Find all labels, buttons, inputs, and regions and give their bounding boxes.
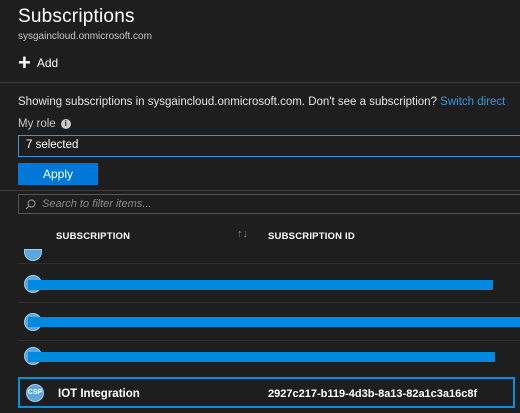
role-dropdown[interactable]: 7 selected xyxy=(18,135,520,157)
subscription-icon xyxy=(24,249,42,261)
page-subtitle: sysgaincloud.onmicrosoft.com xyxy=(18,31,152,42)
row-divider xyxy=(18,302,520,303)
subscription-id: 2927c217-b119-4d3b-8a13-82a1c3a16c8f xyxy=(268,388,478,400)
search-icon xyxy=(25,198,36,209)
table-row[interactable] xyxy=(18,266,520,302)
subscription-icon: CSP xyxy=(26,384,44,402)
column-header-subscription[interactable]: SUBSCRIPTION xyxy=(56,231,130,242)
sort-icon[interactable]: ↑↓ xyxy=(237,228,248,240)
add-label: Add xyxy=(36,56,59,70)
plus-icon: + xyxy=(18,50,31,75)
switch-directory-link[interactable]: Switch direct xyxy=(440,96,505,108)
blade-header: Subscriptions sysgaincloud.onmicrosoft.c… xyxy=(18,6,152,42)
table-row[interactable]: CS xyxy=(18,338,520,374)
info-message: Showing subscriptions in sysgaincloud.on… xyxy=(18,96,437,108)
table-row-selected[interactable]: CSP IOT Integration 2927c217-b119-4d3b-8… xyxy=(18,377,515,408)
filter-placeholder: Search to filter items... xyxy=(42,198,152,210)
apply-button[interactable]: Apply xyxy=(18,163,98,185)
redaction-bar xyxy=(28,352,495,362)
page-title: Subscriptions xyxy=(18,6,135,27)
redaction-bar xyxy=(28,317,520,327)
filter-input[interactable]: Search to filter items... xyxy=(18,194,520,214)
row-divider xyxy=(18,263,520,264)
divider xyxy=(0,82,520,83)
add-button[interactable]: + Add xyxy=(18,50,59,75)
column-header-subscription-id[interactable]: SUBSCRIPTION ID xyxy=(268,231,355,242)
info-icon[interactable]: i xyxy=(60,119,71,129)
divider xyxy=(0,190,520,191)
role-label-text: My role xyxy=(18,118,56,130)
redaction-bar xyxy=(28,280,493,290)
subscription-name: IOT Integration xyxy=(58,388,140,400)
info-text: Showing subscriptions in sysgaincloud.on… xyxy=(18,96,505,108)
table-row[interactable]: CS xyxy=(18,304,520,340)
role-label: My role i xyxy=(18,118,71,130)
